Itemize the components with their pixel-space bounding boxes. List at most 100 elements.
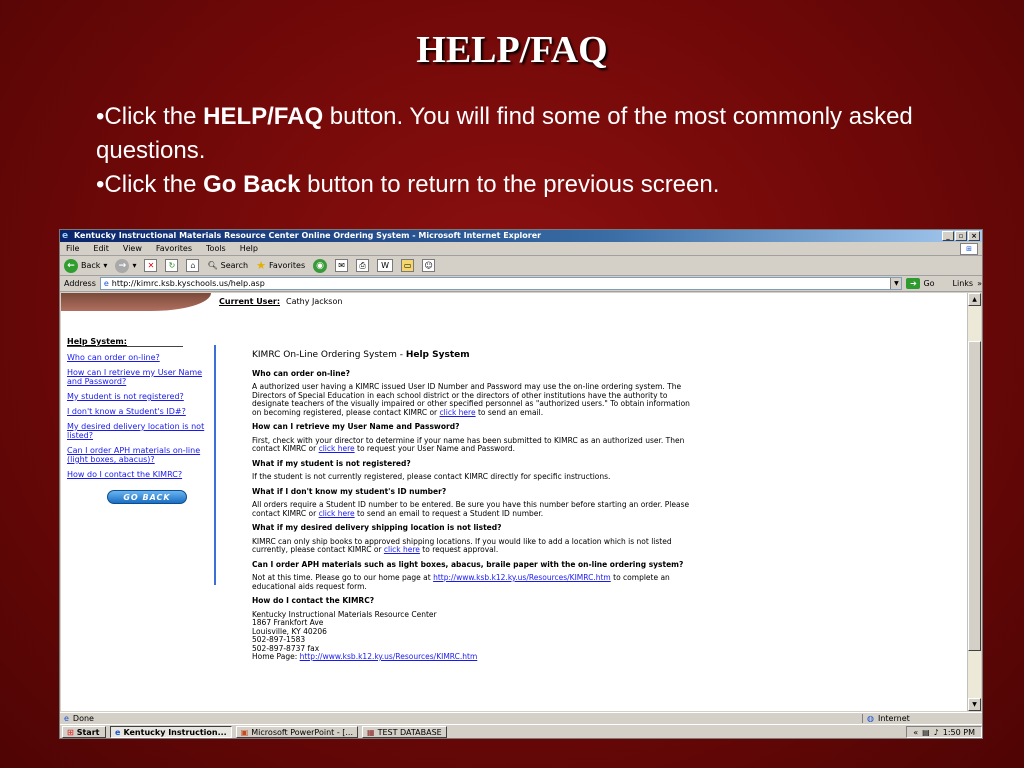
forward-button[interactable]: → ▾ [115, 258, 136, 273]
bullet-2-prefix: •Click the [96, 171, 204, 198]
current-user-label: Current User: [219, 297, 281, 306]
media-icon[interactable]: ◉ [313, 258, 328, 273]
bullet-1-bold: HELP/FAQ [203, 103, 324, 130]
windows-logo-icon: ⊞ [67, 727, 74, 737]
slide-title: HELP/FAQ [416, 29, 608, 71]
scroll-down-icon[interactable]: ▼ [968, 698, 981, 711]
sidebar-link-student-not-registered[interactable]: My student is not registered? [67, 392, 215, 401]
faq-answer: All orders require a Student ID number t… [252, 500, 692, 518]
faq-answer: Not at this time. Please go to our home … [252, 573, 692, 591]
system-tray: « ▤ ♪ 1:50 PM [906, 726, 982, 738]
globe-icon: ◍ [867, 714, 874, 723]
window-titlebar[interactable]: e Kentucky Instructional Materials Resou… [60, 230, 982, 242]
current-user: Current User: Cathy Jackson [219, 297, 342, 306]
address-dropdown-icon[interactable]: ▼ [890, 278, 902, 289]
back-button[interactable]: ← Back ▾ [64, 258, 107, 273]
task-ie[interactable]: e Kentucky Instruction... [110, 726, 232, 738]
menu-bar: File Edit View Favorites Tools Help ⊞ [60, 242, 982, 256]
favorites-button[interactable]: ★ Favorites [256, 259, 305, 272]
help-page-heading: KIMRC On-Line Ordering System - Help Sys… [252, 351, 692, 360]
click-here-link[interactable]: click here [319, 509, 355, 518]
folder-icon[interactable]: ▭ [401, 259, 415, 272]
faq-question: How can I retrieve my User Name and Pass… [252, 422, 460, 431]
vertical-scrollbar[interactable]: ▲ ▼ [967, 293, 981, 711]
menu-file[interactable]: File [66, 244, 79, 253]
contact-line: Louisville, KY 40206 [252, 626, 327, 636]
task-database[interactable]: ▦ TEST DATABASE [362, 726, 447, 738]
star-icon: ★ [256, 259, 266, 272]
faq-answer: If the student is not currently register… [252, 472, 692, 482]
address-input[interactable]: e http://kimrc.ksb.kyschools.us/help.asp… [99, 277, 903, 290]
links-button[interactable]: Links [953, 279, 974, 288]
menu-view[interactable]: View [123, 244, 142, 253]
ie-task-icon: e [115, 727, 121, 737]
close-icon[interactable]: × [968, 231, 980, 241]
home-page-link[interactable]: http://www.ksb.k12.ky.us/Resources/KIMRC… [433, 573, 611, 582]
sidebar-link-who-can-order[interactable]: Who can order on-line? [67, 353, 215, 362]
task-powerpoint-label: Microsoft PowerPoint - [... [251, 727, 354, 737]
word-icon[interactable]: W [377, 259, 394, 272]
slide-bullets: •Click the HELP/FAQ button. You will fin… [96, 100, 916, 202]
page-status-icon: e [64, 714, 69, 723]
bullet-1: •Click the HELP/FAQ button. You will fin… [96, 100, 916, 168]
back-dropdown-icon[interactable]: ▾ [103, 261, 107, 270]
page-icon: e [103, 279, 109, 288]
address-bar: Address e http://kimrc.ksb.kyschools.us/… [60, 276, 982, 292]
start-button[interactable]: ⊞ Start [62, 726, 106, 738]
task-database-label: TEST DATABASE [377, 727, 442, 737]
faq-answer: KIMRC can only ship books to approved sh… [252, 537, 692, 555]
faq-answer: A authorized user having a KIMRC issued … [252, 382, 692, 417]
click-here-link[interactable]: click here [319, 444, 355, 453]
sidebar-link-aph-materials[interactable]: Can I order APH materials on-line (light… [67, 446, 215, 464]
favorites-label: Favorites [268, 261, 306, 270]
sidebar-link-retrieve-credentials[interactable]: How can I retrieve my User Name and Pass… [67, 368, 215, 386]
mail-icon[interactable]: ✉ [335, 259, 349, 272]
window-controls: _ ▫ × [942, 231, 980, 241]
status-zone: ◍ Internet [862, 714, 982, 723]
help-heading-bold: Help System [405, 350, 470, 360]
messenger-icon[interactable]: ☺ [422, 259, 436, 272]
bullet-2: •Click the Go Back button to return to t… [96, 168, 916, 202]
toolbar: ← Back ▾ → ▾ ✕ ↻ ⌂ 🔍︎ Search ★ Favorites… [60, 256, 982, 276]
forward-dropdown-icon[interactable]: ▾ [132, 261, 136, 270]
home-icon[interactable]: ⌂ [186, 259, 200, 272]
minimize-icon[interactable]: _ [942, 231, 954, 241]
refresh-icon[interactable]: ↻ [165, 259, 179, 272]
volume-icon[interactable]: ♪ [934, 728, 939, 737]
banner-image [61, 293, 211, 311]
sidebar-link-contact[interactable]: How do I contact the KIMRC? [67, 470, 215, 479]
menu-edit[interactable]: Edit [93, 244, 109, 253]
print-icon[interactable]: ⎙ [356, 259, 370, 272]
click-here-link[interactable]: click here [384, 545, 420, 554]
menu-favorites[interactable]: Favorites [156, 244, 192, 253]
click-here-link[interactable]: click here [440, 408, 476, 417]
sidebar-link-delivery-location[interactable]: My desired delivery location is not list… [67, 422, 215, 440]
status-bar: e Done ◍ Internet [60, 712, 982, 724]
contact-home-page: Home Page: http://www.ksb.k12.ky.us/Reso… [252, 652, 692, 662]
faq-answer-tail: to request your User Name and Password. [354, 444, 515, 453]
home-page-link[interactable]: http://www.ksb.k12.ky.us/Resources/KIMRC… [300, 652, 478, 661]
menu-tools[interactable]: Tools [206, 244, 226, 253]
chevron-right-icon[interactable]: » [977, 279, 982, 288]
tray-chevron-icon[interactable]: « [913, 728, 918, 737]
task-powerpoint[interactable]: ▣ Microsoft PowerPoint - [... [235, 726, 359, 738]
search-button[interactable]: 🔍︎ Search [207, 261, 248, 270]
sidebar-links: Who can order on-line? How can I retriev… [67, 353, 215, 479]
maximize-icon[interactable]: ▫ [955, 231, 967, 241]
bullet-1-prefix: •Click the [96, 103, 204, 130]
zone-text: Internet [877, 714, 910, 723]
status-done: e Done [60, 714, 862, 723]
network-icon[interactable]: ▤ [922, 728, 930, 737]
help-sidebar: Help System: Who can order on-line? How … [67, 337, 215, 485]
go-button[interactable]: ➔ Go [906, 278, 935, 289]
scroll-up-icon[interactable]: ▲ [968, 293, 981, 306]
stop-icon[interactable]: ✕ [144, 259, 158, 272]
sidebar-link-student-id[interactable]: I don't know a Student's ID#? [67, 407, 215, 416]
search-label: Search [220, 261, 249, 270]
task-ie-label: Kentucky Instruction... [123, 727, 227, 737]
powerpoint-icon: ▣ [240, 727, 249, 737]
forward-arrow-icon: → [115, 258, 130, 273]
scroll-thumb[interactable] [968, 341, 981, 651]
menu-help[interactable]: Help [240, 244, 258, 253]
go-back-button[interactable]: GO BACK [107, 490, 187, 504]
